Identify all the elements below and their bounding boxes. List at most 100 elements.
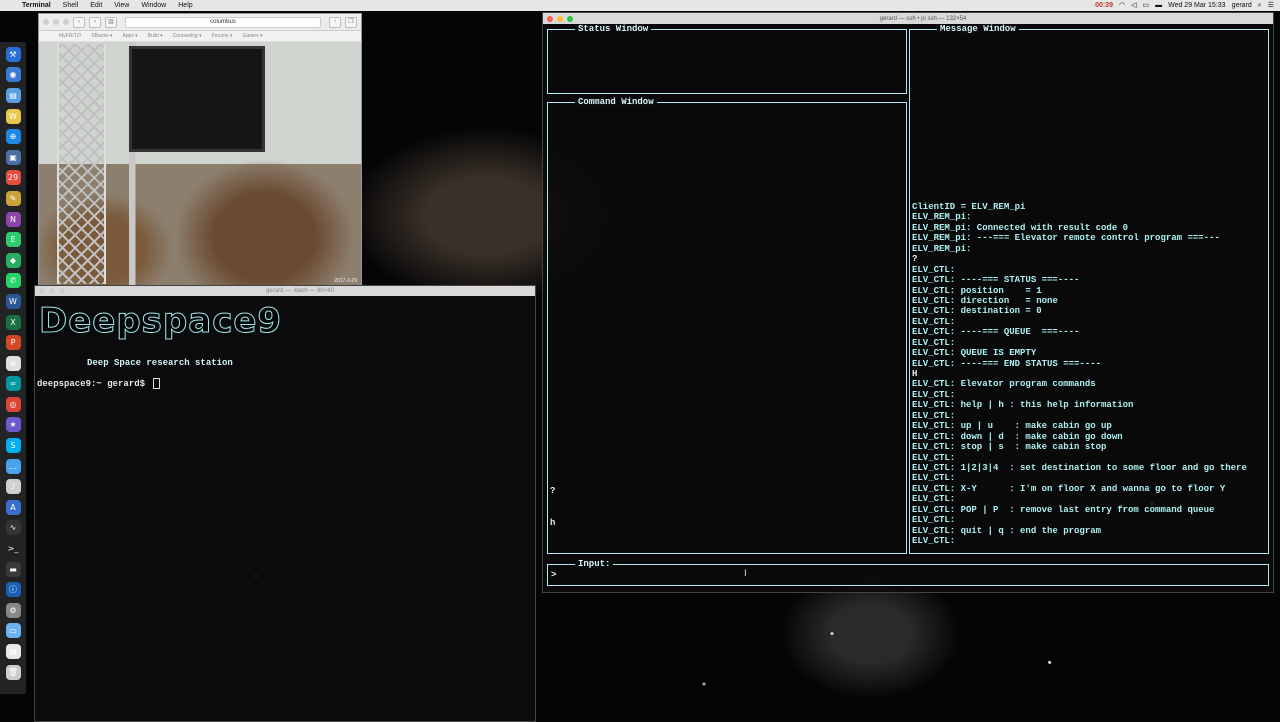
menu-shell[interactable]: Shell <box>57 0 85 11</box>
menu-edit[interactable]: Edit <box>84 0 108 11</box>
share-button[interactable]: ↑ <box>329 16 341 28</box>
battery-icon[interactable]: ▭ <box>1142 0 1149 11</box>
menu-bar: Terminal Shell Edit View Window Help 00:… <box>0 0 1280 11</box>
documents-icon[interactable]: ▤ <box>5 644 21 660</box>
message-line: ELV_CTL: ----=== STATUS ===---- <box>912 275 1080 286</box>
arduino-icon[interactable]: ∞ <box>5 376 21 392</box>
webcam-image: 2017-3-29 <box>39 42 361 286</box>
preview-icon[interactable]: ▤ <box>5 87 21 103</box>
close-icon[interactable] <box>43 19 49 25</box>
dock: ⚒ ◉ ▤ W ⊕ ▣ 29 ✎ N E ◆ ✆ W X P ⊗ ∞ ◎ ★ S… ♪ A ∿ >_ ▬ ⓘ ⚙ ▭ ▤ 🗑 <box>0 42 26 694</box>
battery-time-badge[interactable]: 00:39 <box>1095 0 1113 11</box>
bookmark-item[interactable]: Games ▾ <box>242 31 262 41</box>
input-field[interactable]: Input: > I <box>547 559 1269 586</box>
bookmark-item[interactable]: Counseling ▾ <box>173 31 202 41</box>
music-icon[interactable]: ♪ <box>5 479 21 495</box>
bookmark-item[interactable]: Forums ▾ <box>212 31 233 41</box>
message-line: ELV_CTL: <box>912 452 956 463</box>
app-store-icon[interactable]: A <box>5 499 21 515</box>
message-line: ELV_CTL: <box>912 494 956 505</box>
word-icon[interactable]: W <box>5 293 21 309</box>
downloads-folder-icon[interactable]: ▭ <box>5 623 21 639</box>
evernote-icon[interactable]: E <box>5 232 21 248</box>
powerpoint-icon[interactable]: P <box>5 335 21 351</box>
browser-toolbar: ‹ › ▥ columbus ↑ ❐ <box>39 14 361 31</box>
close-icon[interactable] <box>39 288 45 294</box>
close-icon[interactable] <box>547 15 553 22</box>
status-window: Status Window <box>547 24 907 94</box>
menu-help[interactable]: Help <box>172 0 198 11</box>
bookmark-item[interactable]: Apps ▾ <box>122 31 137 41</box>
message-window: Message Window ClientID = ELV_REM_pi ELV_… <box>909 24 1269 554</box>
notification-center-icon[interactable]: ☰ <box>1268 0 1274 11</box>
message-line: ELV_CTL: <box>912 410 956 421</box>
terminal-title: gerard — ssh • pi ssh — 132×54 <box>879 15 967 22</box>
system-preferences-icon[interactable]: ⚙ <box>5 602 21 618</box>
bookmark-item[interactable]: MyFRITZ! <box>59 31 81 41</box>
calendar-icon[interactable]: 29 <box>5 170 21 186</box>
text-cursor <box>153 378 161 389</box>
status-area: 00:39 ◠ ◁ ▭ ▬ Wed 29 Mar 15:33 gerard ⌕ … <box>1095 0 1280 11</box>
onenote-icon[interactable]: N <box>5 211 21 227</box>
prompt-text: deepspace9:~ gerard$ <box>37 378 151 389</box>
elevator-model <box>57 44 106 284</box>
sidebar-button[interactable]: ▥ <box>105 16 117 28</box>
spotlight-icon[interactable]: ⌕ <box>1258 0 1262 11</box>
ascii-banner: Deepspace9 <box>39 301 283 341</box>
message-line: ELV_CTL: <box>912 473 956 484</box>
forward-button[interactable]: › <box>89 16 101 28</box>
address-bar[interactable]: columbus <box>125 16 321 28</box>
menu-app-name[interactable]: Terminal <box>16 0 57 11</box>
command-line: ? <box>550 486 556 496</box>
message-line: ELV_CTL: ----=== QUEUE ===---- <box>912 327 1080 338</box>
tabs-button[interactable]: ❐ <box>345 16 357 28</box>
activity-monitor-icon[interactable]: ∿ <box>5 520 21 536</box>
minimize-icon[interactable] <box>557 15 563 22</box>
itunes-icon[interactable]: W <box>5 108 21 124</box>
bookmark-item[interactable]: Build ▾ <box>148 31 163 41</box>
zoom-icon[interactable] <box>567 15 573 22</box>
menu-view[interactable]: View <box>108 0 135 11</box>
zoom-icon[interactable] <box>59 288 65 294</box>
bookmark-item[interactable]: SBanks ▾ <box>91 31 112 41</box>
photos-icon[interactable]: ▣ <box>5 149 21 165</box>
chrome-devtools-icon[interactable]: ⊗ <box>5 355 21 371</box>
notes-icon[interactable]: ✎ <box>5 190 21 206</box>
volume-icon[interactable]: ◁ <box>1131 0 1136 11</box>
safari-alt-icon[interactable]: ◉ <box>5 67 21 83</box>
wifi-icon[interactable]: ◠ <box>1119 0 1125 11</box>
webcam-timestamp: 2017-3-29 <box>334 278 357 284</box>
shell-prompt[interactable]: deepspace9:~ gerard$ <box>37 378 535 389</box>
flag-icon[interactable]: ▬ <box>1155 0 1162 11</box>
input-title: Input: <box>575 559 614 570</box>
console-icon[interactable]: ▬ <box>5 561 21 577</box>
messages-icon[interactable]: … <box>5 458 21 474</box>
xcode-icon[interactable]: ⚒ <box>5 46 21 62</box>
message-line: ELV_CTL: QUEUE IS EMPTY <box>912 348 1037 359</box>
excel-icon[interactable]: X <box>5 314 21 330</box>
menu-window[interactable]: Window <box>135 0 172 11</box>
message-line: ELV_CTL: <box>912 337 956 348</box>
safari-icon[interactable]: ⊕ <box>5 129 21 145</box>
zoom-icon[interactable] <box>63 19 69 25</box>
message-line: ELV_CTL: <box>912 316 956 327</box>
message-line: ELV_REM_pi: <box>912 212 972 223</box>
clock[interactable]: Wed 29 Mar 15:33 <box>1168 0 1225 11</box>
terminal-icon[interactable]: >_ <box>5 541 21 557</box>
1password-icon[interactable]: ⓘ <box>5 582 21 598</box>
message-line: ELV_CTL: 1|2|3|4 : set destination to so… <box>912 462 1247 473</box>
skype-icon[interactable]: S <box>5 438 21 454</box>
browser-window: ‹ › ▥ columbus ↑ ❐ MyFRITZ! SBanks ▾ Apps … <box>38 13 362 287</box>
message-line: ELV_CTL: <box>912 389 956 400</box>
imovie-icon[interactable]: ★ <box>5 417 21 433</box>
chrome-icon[interactable]: ◎ <box>5 396 21 412</box>
maps-icon[interactable]: ◆ <box>5 252 21 268</box>
minimize-icon[interactable] <box>53 19 59 25</box>
trash-icon[interactable]: 🗑 <box>5 664 21 680</box>
minimize-icon[interactable] <box>49 288 55 294</box>
back-button[interactable]: ‹ <box>73 16 85 28</box>
user-name[interactable]: gerard <box>1232 0 1252 11</box>
whatsapp-icon[interactable]: ✆ <box>5 273 21 289</box>
message-line: ELV_CTL: X-Y : I'm on floor X and wanna … <box>912 483 1226 494</box>
command-line: h <box>550 517 556 528</box>
